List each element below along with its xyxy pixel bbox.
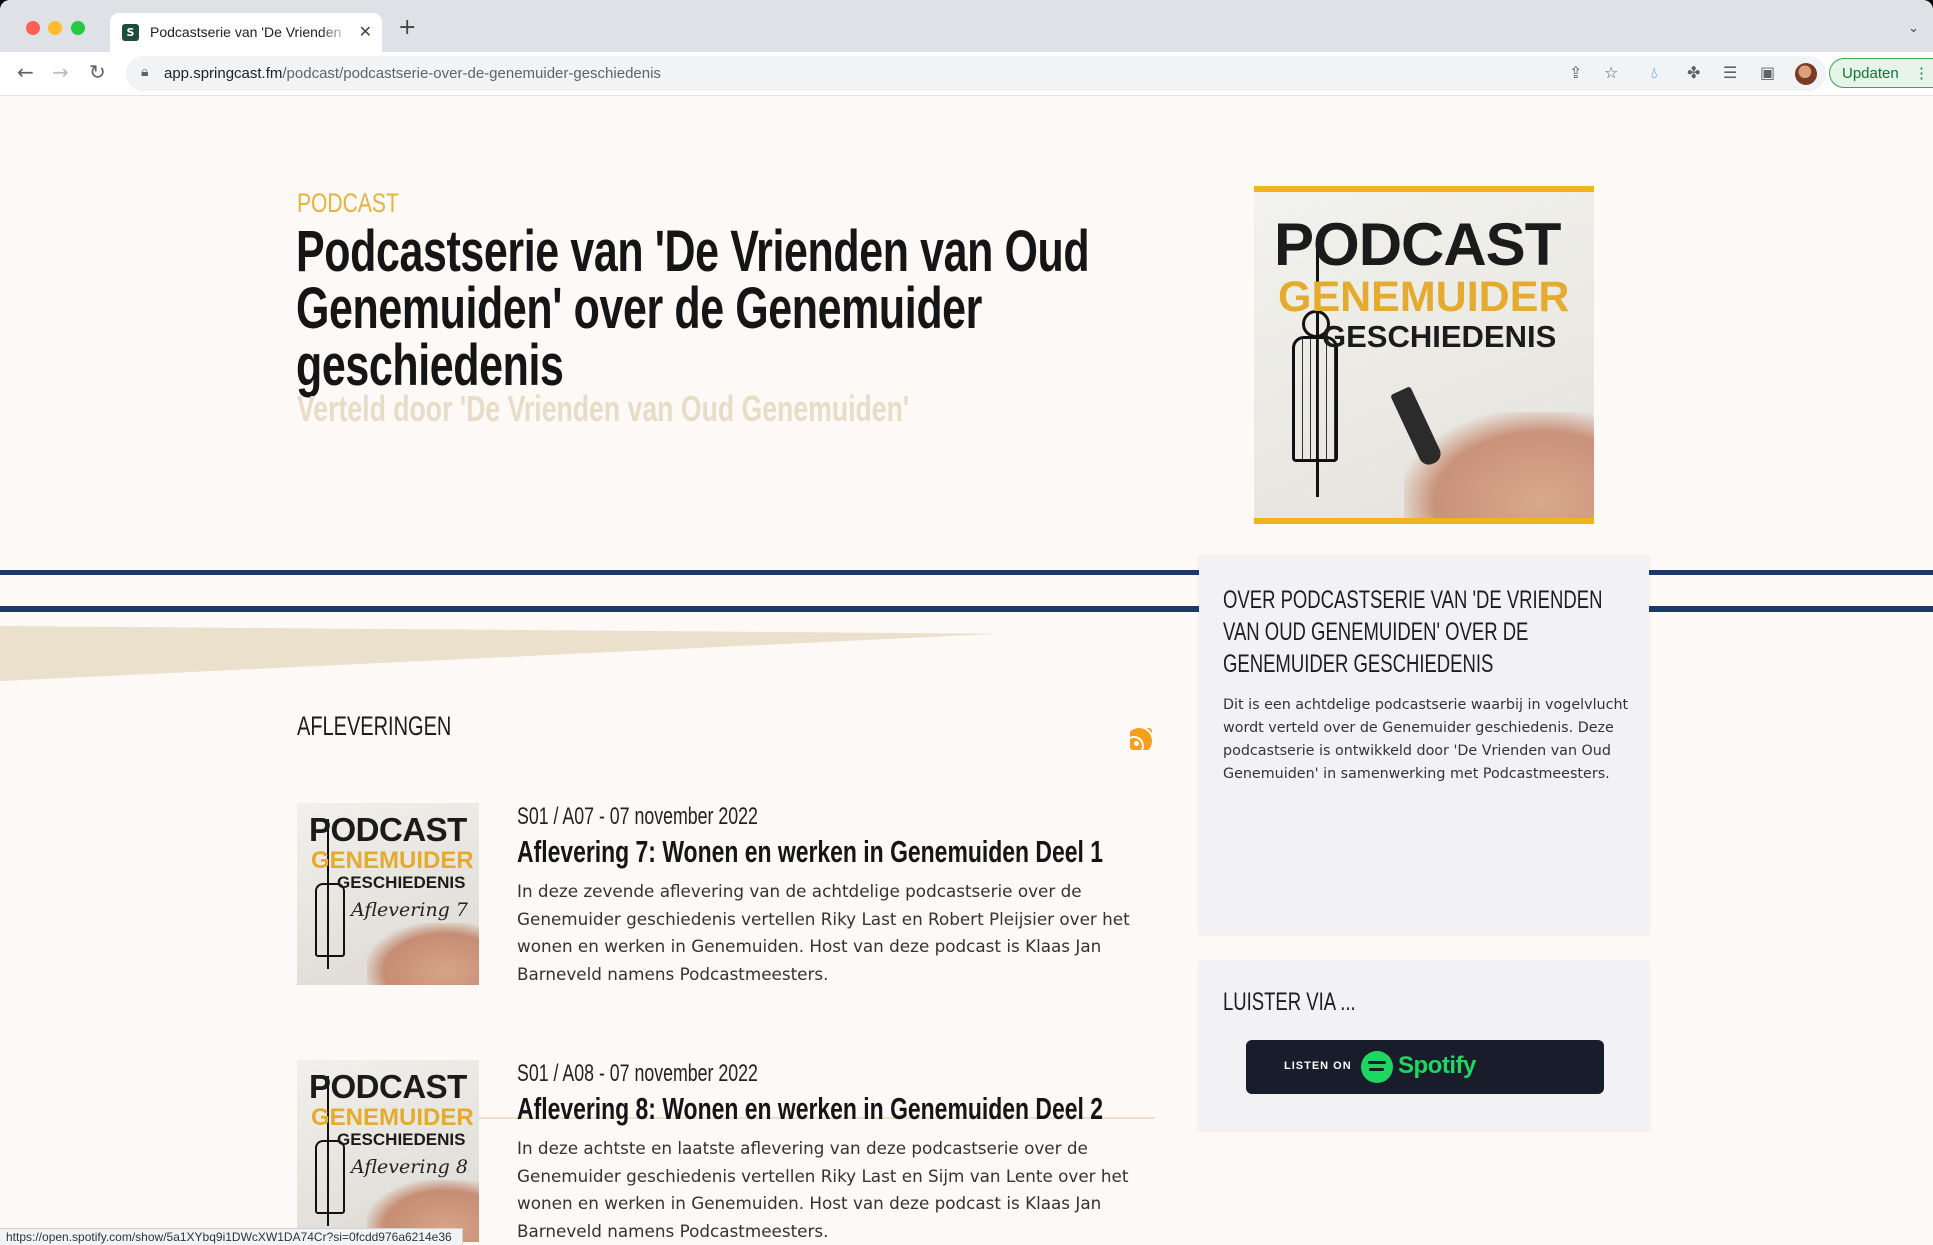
thumb-text-genemuider: GENEMUIDER	[311, 847, 474, 874]
tab-title: Podcastserie van 'De Vrienden	[150, 24, 342, 40]
about-heading: Over Podcastserie van 'De Vrienden van O…	[1223, 586, 1603, 678]
url-text[interactable]: app.springcast.fm/podcast/podcastserie-o…	[164, 65, 661, 82]
episodes-heading: AFLEVERINGEN	[297, 711, 452, 741]
thumb-episode-label: Aflevering 7	[351, 899, 468, 921]
page-subtitle: Verteld door 'De Vrienden van Oud Genemu…	[297, 388, 910, 429]
podcast-cover-image: PODCAST GENEMUIDER GESCHIEDENIS	[1254, 186, 1594, 524]
spotify-button-prefix: LISTEN ON	[1284, 1060, 1352, 1072]
more-menu-icon[interactable]: ⋮	[1914, 59, 1929, 89]
episode-meta: S01 / A07 - 07 november 2022	[517, 803, 758, 830]
episode-description: In deze achtste en laatste aflevering va…	[517, 1138, 1129, 1241]
cover-text-genemuider: GENEMUIDER	[1278, 273, 1570, 321]
share-icon[interactable]: ⇪	[1569, 63, 1582, 82]
link-status-bar: https://open.spotify.com/show/5a1XYbq9i1…	[0, 1228, 463, 1245]
episode-title[interactable]: Aflevering 8: Wonen en werken in Genemui…	[517, 1091, 1103, 1127]
page-title: Podcastserie van 'De Vrienden van Oud Ge…	[296, 219, 1090, 398]
update-button[interactable]: Updaten ⋮	[1829, 58, 1933, 88]
episode-meta: S01 / A08 - 07 november 2022	[517, 1060, 758, 1087]
episode-thumbnail[interactable]: PODCAST GENEMUIDER GESCHIEDENIS Afleveri…	[297, 803, 479, 985]
spotify-wordmark: Spotify	[1398, 1052, 1476, 1079]
forward-icon[interactable]: →	[52, 61, 69, 83]
lock-icon[interactable]: 🔒︎	[141, 64, 148, 80]
sidebar-icon[interactable]: ▣	[1760, 63, 1775, 82]
address-bar[interactable]: 🔒︎ app.springcast.fm/podcast/podcastseri…	[126, 56, 1826, 91]
browser-window: S Podcastserie van 'De Vrienden ✕ + ⌄ ← …	[0, 0, 1933, 1245]
tab-search-chevron-icon[interactable]: ⌄	[1908, 21, 1919, 36]
thumb-text-podcast: PODCAST	[309, 811, 467, 848]
thumb-text-geschiedenis: GESCHIEDENIS	[337, 873, 466, 892]
reading-list-icon[interactable]: ☰	[1723, 63, 1737, 82]
url-host: app.springcast.fm	[164, 65, 283, 82]
about-text: Dit is een achtdelige podcastserie waarb…	[1223, 697, 1629, 782]
bookmark-star-icon[interactable]: ☆	[1604, 63, 1618, 82]
about-card: Over Podcastserie van 'De Vrienden van O…	[1199, 556, 1649, 934]
episode-description: In deze zevende aflevering van de achtde…	[517, 881, 1130, 984]
cover-text-geschiedenis: GESCHIEDENIS	[1322, 319, 1557, 354]
rss-feed-icon[interactable]	[1130, 728, 1152, 750]
listen-on-spotify-button[interactable]: LISTEN ON Spotify	[1246, 1040, 1604, 1094]
thumb-text-podcast: PODCAST	[309, 1068, 467, 1105]
browser-tab-active[interactable]: S Podcastserie van 'De Vrienden ✕	[110, 13, 382, 52]
podcast-eyebrow: PODCAST	[297, 188, 399, 218]
spotify-logo-icon	[1361, 1051, 1393, 1083]
cover-text-podcast: PODCAST	[1274, 211, 1561, 278]
minimize-window-button[interactable]	[48, 21, 62, 35]
profile-avatar[interactable]	[1795, 63, 1817, 85]
episode-title[interactable]: Aflevering 7: Wonen en werken in Genemui…	[517, 834, 1103, 870]
maximize-window-button[interactable]	[71, 21, 85, 35]
extension-drop-icon[interactable]: 💧︎	[1651, 63, 1657, 83]
episode-thumbnail[interactable]: PODCAST GENEMUIDER GESCHIEDENIS Afleveri…	[297, 1060, 479, 1242]
update-button-label: Updaten	[1842, 65, 1899, 82]
url-path: /podcast/podcastserie-over-de-genemuider…	[282, 65, 661, 82]
tab-close-icon[interactable]: ✕	[359, 22, 372, 41]
listen-heading: LUISTER VIA ...	[1223, 988, 1356, 1016]
back-icon[interactable]: ←	[17, 61, 34, 83]
page-content: PODCAST Podcastserie van 'De Vrienden va…	[0, 96, 1933, 1245]
springcast-favicon-icon: S	[122, 24, 139, 41]
close-window-button[interactable]	[26, 21, 40, 35]
cover-hand-illustration	[1404, 412, 1594, 518]
thumb-episode-label: Aflevering 8	[351, 1156, 468, 1178]
decor-swoosh	[0, 626, 1000, 681]
thumb-text-genemuider: GENEMUIDER	[311, 1104, 474, 1131]
browser-toolbar: ← → ↻ 🔒︎ app.springcast.fm/podcast/podca…	[0, 52, 1933, 96]
listen-card: LUISTER VIA ... LISTEN ON Spotify	[1199, 960, 1649, 1130]
reload-icon[interactable]: ↻	[89, 61, 106, 83]
new-tab-icon[interactable]: +	[398, 17, 416, 39]
tab-strip: S Podcastserie van 'De Vrienden ✕ + ⌄	[0, 0, 1933, 52]
thumb-text-geschiedenis: GESCHIEDENIS	[337, 1130, 466, 1149]
puzzle-icon[interactable]: ✤	[1687, 63, 1700, 82]
